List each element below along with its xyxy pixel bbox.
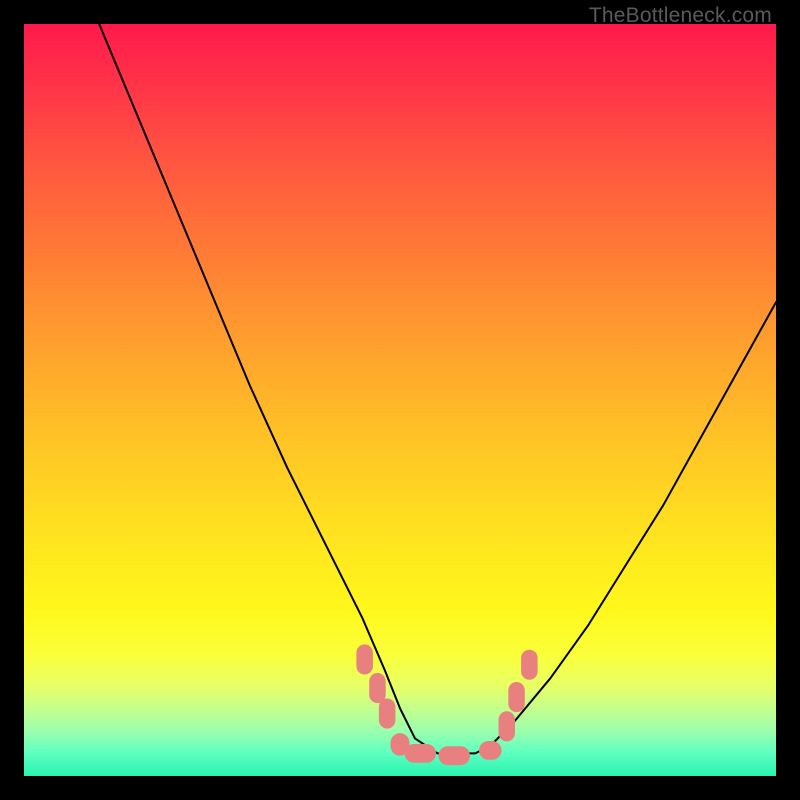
valley-markers xyxy=(356,644,537,765)
watermark-text: TheBottleneck.com xyxy=(589,4,772,28)
chart-svg xyxy=(24,24,776,776)
plot-area xyxy=(24,24,776,776)
bottleneck-curve xyxy=(99,24,776,753)
chart-frame: TheBottleneck.com xyxy=(0,0,800,800)
